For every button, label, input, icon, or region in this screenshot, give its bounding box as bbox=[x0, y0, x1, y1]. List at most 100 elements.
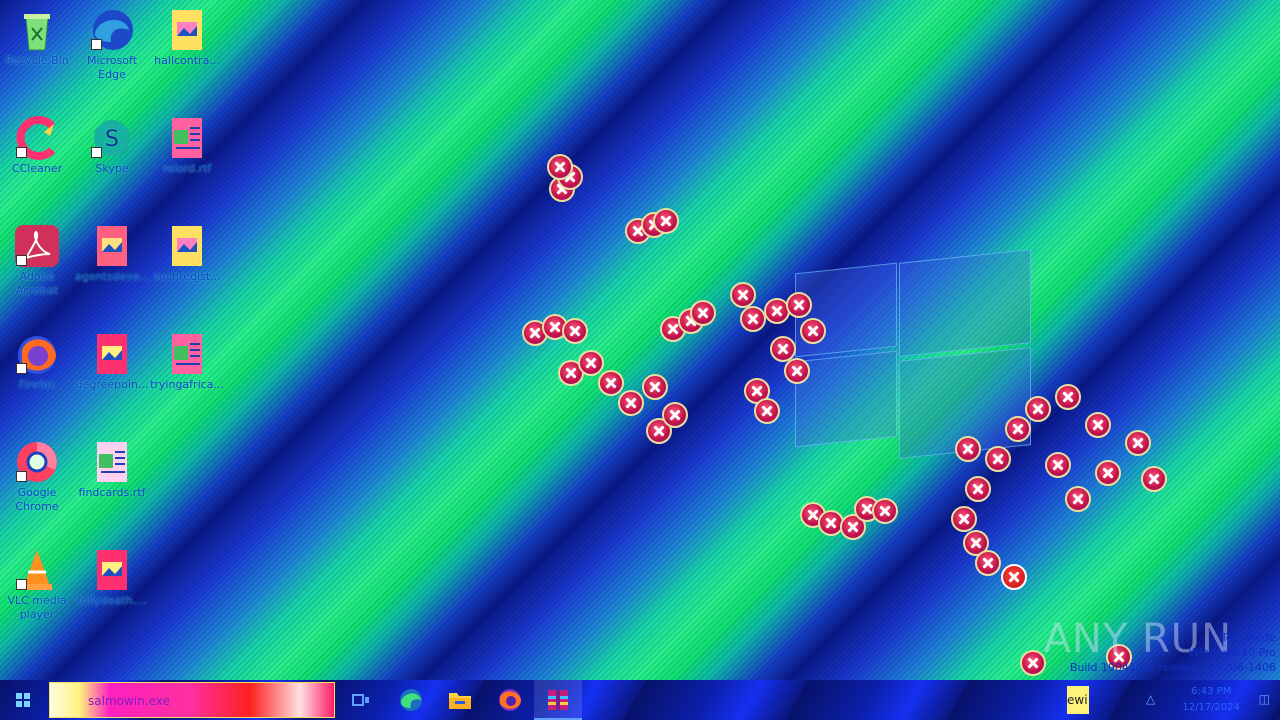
chrome-icon bbox=[14, 440, 60, 484]
tray-app-indicator[interactable]: ewi bbox=[1067, 686, 1089, 714]
desktop-icon-suchregist[interactable]: suchregist... bbox=[150, 224, 224, 284]
error-icon bbox=[730, 282, 756, 308]
desktop-icon-hallcontra[interactable]: hallcontra... bbox=[150, 8, 224, 68]
ccleaner-icon bbox=[14, 116, 60, 160]
winrar-icon bbox=[548, 690, 568, 710]
desktop-icon-label: VLC media player bbox=[7, 594, 67, 621]
error-icon bbox=[955, 436, 981, 462]
desktop-icon-adobe-acrobat[interactable]: Adobe Acrobat bbox=[0, 224, 74, 298]
error-icon bbox=[1001, 564, 1027, 590]
shortcut-arrow-icon bbox=[91, 147, 102, 158]
error-icon bbox=[740, 306, 766, 332]
error-icon bbox=[786, 292, 812, 318]
error-icon bbox=[578, 350, 604, 376]
start-button[interactable] bbox=[0, 680, 48, 720]
desktop-icon-label: Firefox bbox=[18, 378, 56, 391]
desktop-icon-agentsdeve[interactable]: agentsdeve... bbox=[75, 224, 151, 284]
rtf-file-icon bbox=[164, 332, 210, 376]
taskbar-search-box[interactable]: salmowin.exe bbox=[49, 682, 335, 718]
desktop-icon-label: CCleaner bbox=[11, 162, 63, 175]
error-icon bbox=[965, 476, 991, 502]
taskbar-task-view-button[interactable] bbox=[337, 680, 385, 720]
test-mode-line: Test Mode bbox=[1220, 631, 1276, 644]
error-icon bbox=[547, 154, 573, 180]
image-file-icon bbox=[89, 224, 135, 268]
firefox-icon bbox=[14, 332, 60, 376]
desktop-icon-label: agentsdeve... bbox=[75, 270, 151, 283]
taskbar-edge-button[interactable] bbox=[387, 680, 435, 720]
desktop-icon-label: Adobe Acrobat bbox=[15, 270, 59, 297]
desktop-icon-recycle-bin[interactable]: Recycle Bin bbox=[0, 8, 74, 68]
desktop-icon-firefox[interactable]: Firefox bbox=[0, 332, 74, 392]
desktop-icon-findcards[interactable]: findcards.rtf bbox=[75, 440, 149, 500]
shortcut-arrow-icon bbox=[16, 363, 27, 374]
shortcut-arrow-icon bbox=[16, 147, 27, 158]
clock-time: 6:43 PM bbox=[1191, 686, 1232, 697]
desktop-icon-label: Skype bbox=[95, 162, 129, 175]
desktop-icon-relord[interactable]: relord.rtf bbox=[150, 116, 224, 176]
build-line: Build 19041.vb_release.191206-1406 bbox=[1069, 661, 1276, 674]
desktop-icon-microsoft-edge[interactable]: Microsoft Edge bbox=[75, 8, 149, 82]
search-query-text: salmowin.exe bbox=[88, 694, 170, 708]
firefox-icon bbox=[499, 689, 521, 711]
svg-text:S: S bbox=[105, 127, 119, 152]
desktop-icon-label: degreepoin... bbox=[75, 378, 149, 391]
error-icon bbox=[1085, 412, 1111, 438]
error-icon bbox=[951, 506, 977, 532]
os-edition-line: Windows 10 Pro bbox=[1188, 646, 1276, 659]
vlc-icon bbox=[14, 548, 60, 592]
error-icon bbox=[1141, 466, 1167, 492]
error-icon bbox=[1005, 416, 1031, 442]
notification-icon[interactable]: ◫ bbox=[1259, 692, 1270, 706]
task-view-icon bbox=[352, 694, 369, 706]
desktop-icon-fullydeath[interactable]: fullydeath.... bbox=[75, 548, 149, 608]
error-icon bbox=[975, 550, 1001, 576]
error-icon bbox=[872, 498, 898, 524]
chevron-up-icon[interactable]: △ bbox=[1146, 692, 1155, 706]
desktop: Recycle Bin CCleaner Adobe Acrobat Firef… bbox=[0, 0, 1280, 680]
rtf-file-icon bbox=[164, 116, 210, 160]
desktop-icon-degreepoin[interactable]: degreepoin... bbox=[75, 332, 149, 392]
rtf-file-icon bbox=[89, 440, 135, 484]
image-file-icon bbox=[164, 8, 210, 52]
error-icon bbox=[653, 208, 679, 234]
desktop-icon-google-chrome[interactable]: Google Chrome bbox=[0, 440, 74, 514]
desktop-icon-label: fullydeath.... bbox=[77, 594, 147, 607]
taskbar-file-explorer-button[interactable] bbox=[436, 680, 484, 720]
error-icon bbox=[985, 446, 1011, 472]
error-icon bbox=[754, 398, 780, 424]
taskbar: salmowin.exe ewi △ 6:43 PM 12/17/2024 ◫ bbox=[0, 680, 1280, 720]
error-icon bbox=[1095, 460, 1121, 486]
error-icon bbox=[1065, 486, 1091, 512]
desktop-icon-ccleaner[interactable]: CCleaner bbox=[0, 116, 74, 176]
error-icon bbox=[1055, 384, 1081, 410]
error-icon bbox=[1020, 650, 1046, 676]
windows-start-icon bbox=[16, 693, 30, 707]
error-icon bbox=[1125, 430, 1151, 456]
error-icon bbox=[1045, 452, 1071, 478]
error-icon bbox=[562, 318, 588, 344]
desktop-icon-label: tryingafrica... bbox=[150, 378, 224, 391]
desktop-icon-label: Recycle Bin bbox=[5, 54, 69, 67]
error-icon bbox=[662, 402, 688, 428]
desktop-icon-tryingafrica[interactable]: tryingafrica... bbox=[150, 332, 224, 392]
error-icon bbox=[618, 390, 644, 416]
edge-icon bbox=[400, 689, 422, 711]
error-icon bbox=[800, 318, 826, 344]
desktop-icon-label: suchregist... bbox=[153, 270, 221, 283]
desktop-icon-skype[interactable]: S Skype bbox=[75, 116, 149, 176]
taskbar-firefox-button[interactable] bbox=[486, 680, 534, 720]
folder-icon bbox=[449, 693, 471, 709]
image-file-icon bbox=[164, 224, 210, 268]
error-icon bbox=[598, 370, 624, 396]
shortcut-arrow-icon bbox=[16, 579, 27, 590]
desktop-icon-vlc[interactable]: VLC media player bbox=[0, 548, 74, 622]
image-file-icon bbox=[89, 548, 135, 592]
taskbar-winrar-button[interactable] bbox=[534, 680, 582, 720]
clock-date: 12/17/2024 bbox=[1182, 702, 1240, 713]
desktop-icon-label: Microsoft Edge bbox=[86, 54, 138, 81]
desktop-icon-label: hallcontra... bbox=[154, 54, 220, 67]
acrobat-icon bbox=[14, 224, 60, 268]
system-clock[interactable]: 6:43 PM 12/17/2024 bbox=[1182, 684, 1240, 716]
shortcut-arrow-icon bbox=[91, 39, 102, 50]
